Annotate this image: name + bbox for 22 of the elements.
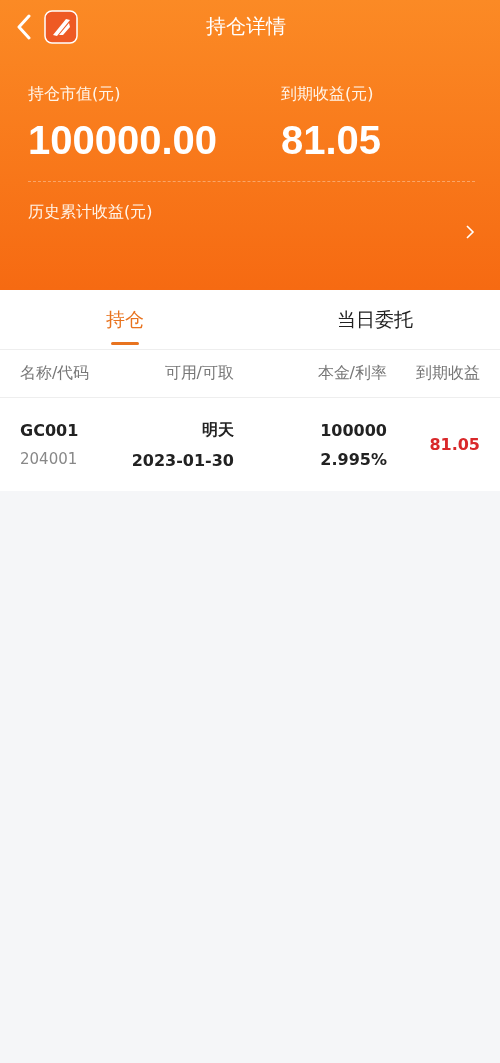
chevron-right-icon[interactable]	[465, 224, 475, 240]
page-title: 持仓详情	[205, 13, 286, 40]
market-value-label: 持仓市值(元)	[28, 84, 122, 105]
security-code: 204001	[20, 450, 78, 468]
tab[interactable]: 当日委托	[250, 290, 500, 349]
column-header: 本金/利率	[316, 363, 387, 384]
market-value: 100000.00	[28, 117, 219, 164]
interest-rate: 2.995%	[320, 449, 387, 469]
expected-income-value: 81.05	[281, 117, 382, 164]
expected-income-label: 到期收益(元)	[281, 84, 375, 105]
back-icon[interactable]	[16, 14, 32, 40]
column-header: 到期收益	[415, 363, 480, 384]
withdrawable-date: 2023-01-30	[131, 450, 234, 470]
column-header: 可用/可取	[163, 363, 234, 384]
expected-income: 81.05	[429, 435, 480, 454]
available-date: 明天	[202, 419, 234, 441]
history-income-label: 历史累计收益(元)	[28, 202, 153, 223]
column-header: 名称/代码	[20, 363, 91, 384]
principal: 100000	[320, 420, 387, 440]
holding-row[interactable]: GC001 204001 明天 2023-01-30 100000 2.995% 81.05	[0, 398, 500, 491]
logo-icon	[44, 10, 78, 44]
security-name: GC001	[20, 421, 79, 440]
